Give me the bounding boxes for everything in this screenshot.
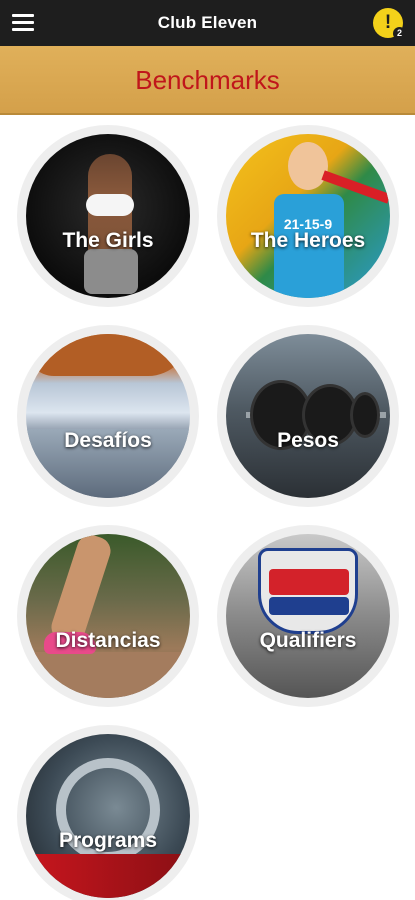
tile-programs[interactable]: Programs: [17, 725, 199, 900]
tile-label: The Heroes: [250, 229, 366, 252]
tile-label: Programs: [58, 829, 158, 852]
section-title: Benchmarks: [135, 65, 280, 95]
top-app-bar: Club Eleven ! 2: [0, 0, 415, 46]
tile-qualifiers[interactable]: Qualifiers: [217, 525, 399, 707]
programs-image: [26, 734, 190, 898]
tile-label: Qualifiers: [259, 629, 357, 652]
distancias-image: [26, 534, 190, 698]
alert-icon[interactable]: ! 2: [373, 8, 406, 40]
qualifiers-image: [226, 534, 390, 698]
alert-symbol: !: [384, 12, 392, 33]
tile-distancias[interactable]: Distancias: [17, 525, 199, 707]
the-heroes-image: 21-15-9: [226, 134, 390, 298]
tile-the-girls[interactable]: The Girls: [17, 125, 199, 307]
alert-count-badge: 2: [393, 27, 406, 40]
pesos-image: [226, 334, 390, 498]
section-banner: Benchmarks: [0, 46, 415, 115]
the-girls-image: [26, 134, 190, 298]
tile-pesos[interactable]: Pesos: [217, 325, 399, 507]
desafios-image: [26, 334, 190, 498]
crossfit-games-logo: [258, 548, 358, 634]
tile-label: Distancias: [55, 629, 161, 652]
tile-desafios[interactable]: Desafíos: [17, 325, 199, 507]
app-title: Club Eleven: [157, 13, 258, 32]
tile-label: Desafíos: [64, 429, 152, 452]
tile-label: Pesos: [277, 429, 339, 452]
tile-the-heroes[interactable]: 21-15-9 The Heroes: [217, 125, 399, 307]
tile-label: The Girls: [62, 229, 154, 252]
